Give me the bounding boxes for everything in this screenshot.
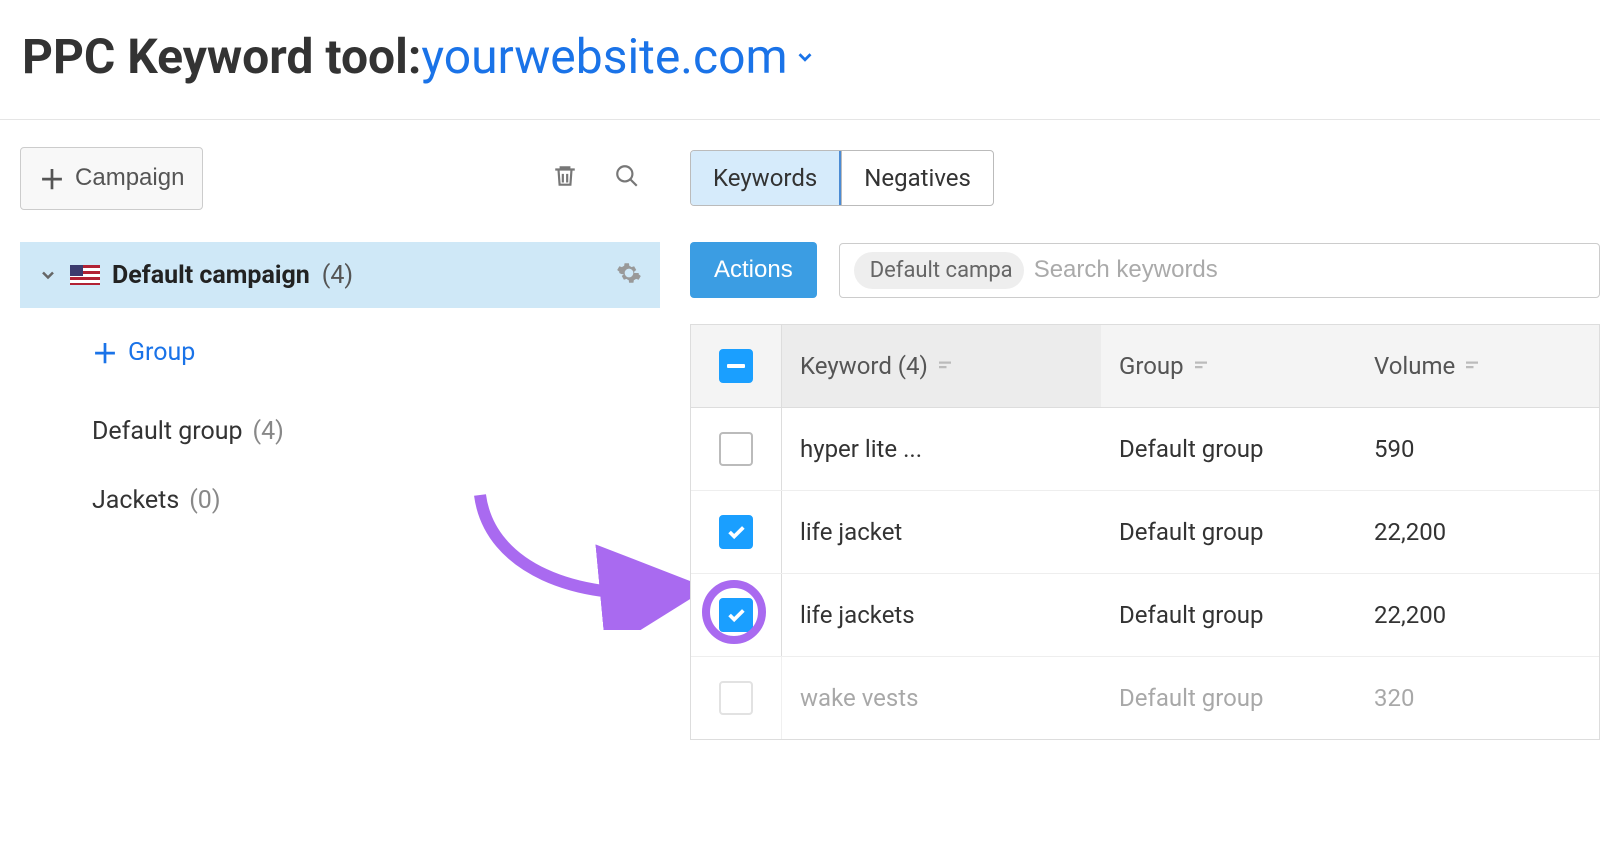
page-header: PPC Keyword tool: yourwebsite.com bbox=[0, 0, 1600, 120]
actions-button[interactable]: Actions bbox=[690, 242, 817, 298]
row-checkbox[interactable] bbox=[719, 515, 753, 549]
add-campaign-label: Campaign bbox=[75, 164, 184, 192]
group-name: Jackets bbox=[92, 486, 179, 515]
cell-keyword: wake vests bbox=[781, 657, 1101, 739]
gear-icon[interactable] bbox=[616, 260, 642, 290]
tab-negatives[interactable]: Negatives bbox=[841, 151, 993, 205]
table-header: Keyword (4) Group Volume bbox=[691, 325, 1599, 408]
domain-selector[interactable]: yourwebsite.com bbox=[421, 28, 815, 85]
group-count: (0) bbox=[189, 486, 220, 515]
search-input[interactable] bbox=[1034, 256, 1585, 284]
column-keyword[interactable]: Keyword (4) bbox=[781, 325, 1101, 407]
sort-icon bbox=[1192, 357, 1210, 375]
cell-group: Default group bbox=[1101, 408, 1356, 490]
add-campaign-button[interactable]: ＋ Campaign bbox=[20, 147, 203, 210]
cell-keyword: life jackets bbox=[781, 574, 1101, 656]
add-group-label: Group bbox=[128, 338, 195, 367]
add-group-button[interactable]: ＋ Group bbox=[20, 308, 660, 397]
row-checkbox[interactable] bbox=[719, 598, 753, 632]
sidebar: ＋ Campaign Default campaign (4) bbox=[20, 150, 660, 740]
table-row: life jacketDefault group22,200 bbox=[691, 491, 1599, 574]
cell-volume: 590 bbox=[1356, 408, 1599, 490]
sidebar-group-item[interactable]: Default group (4) bbox=[20, 397, 660, 466]
trash-icon[interactable] bbox=[552, 163, 578, 193]
chevron-down-icon bbox=[38, 265, 58, 285]
actions-row: Actions Default campa bbox=[690, 242, 1600, 298]
domain-name: yourwebsite.com bbox=[421, 28, 787, 85]
row-checkbox[interactable] bbox=[719, 681, 753, 715]
row-checkbox[interactable] bbox=[719, 432, 753, 466]
page-title: PPC Keyword tool: yourwebsite.com bbox=[22, 28, 1578, 85]
cell-volume: 22,200 bbox=[1356, 574, 1599, 656]
cell-volume: 22,200 bbox=[1356, 491, 1599, 573]
keyword-search[interactable]: Default campa bbox=[839, 243, 1600, 298]
cell-volume: 320 bbox=[1356, 657, 1599, 739]
table-row: hyper lite ...Default group590 bbox=[691, 408, 1599, 491]
tab-keywords[interactable]: Keywords bbox=[691, 151, 841, 205]
group-name: Default group bbox=[92, 417, 243, 446]
cell-group: Default group bbox=[1101, 491, 1356, 573]
sort-icon bbox=[936, 357, 954, 375]
tabs: Keywords Negatives bbox=[690, 150, 994, 206]
column-volume[interactable]: Volume bbox=[1356, 325, 1599, 407]
table-row: wake vestsDefault group320 bbox=[691, 657, 1599, 739]
campaign-name: Default campaign bbox=[112, 261, 310, 290]
cell-keyword: hyper lite ... bbox=[781, 408, 1101, 490]
sidebar-toolbar: ＋ Campaign bbox=[20, 150, 660, 206]
cell-keyword: life jacket bbox=[781, 491, 1101, 573]
group-count: (4) bbox=[253, 417, 284, 446]
keyword-table: Keyword (4) Group Volume hyper lite ...D… bbox=[690, 324, 1600, 740]
campaign-count: (4) bbox=[322, 261, 353, 290]
plus-icon: ＋ bbox=[92, 334, 118, 371]
select-all-checkbox[interactable] bbox=[719, 349, 753, 383]
column-group[interactable]: Group bbox=[1101, 325, 1356, 407]
main-panel: Keywords Negatives Actions Default campa bbox=[660, 150, 1600, 740]
campaign-row[interactable]: Default campaign (4) bbox=[20, 242, 660, 308]
title-prefix: PPC Keyword tool: bbox=[22, 28, 421, 85]
search-icon[interactable] bbox=[614, 163, 640, 193]
plus-icon: ＋ bbox=[39, 160, 65, 197]
sort-icon bbox=[1463, 357, 1481, 375]
us-flag-icon bbox=[70, 265, 100, 285]
chevron-down-icon bbox=[794, 46, 816, 68]
sidebar-group-item[interactable]: Jackets (0) bbox=[20, 466, 660, 535]
cell-group: Default group bbox=[1101, 574, 1356, 656]
table-row: life jacketsDefault group22,200 bbox=[691, 574, 1599, 657]
filter-chip[interactable]: Default campa bbox=[854, 252, 1024, 289]
cell-group: Default group bbox=[1101, 657, 1356, 739]
